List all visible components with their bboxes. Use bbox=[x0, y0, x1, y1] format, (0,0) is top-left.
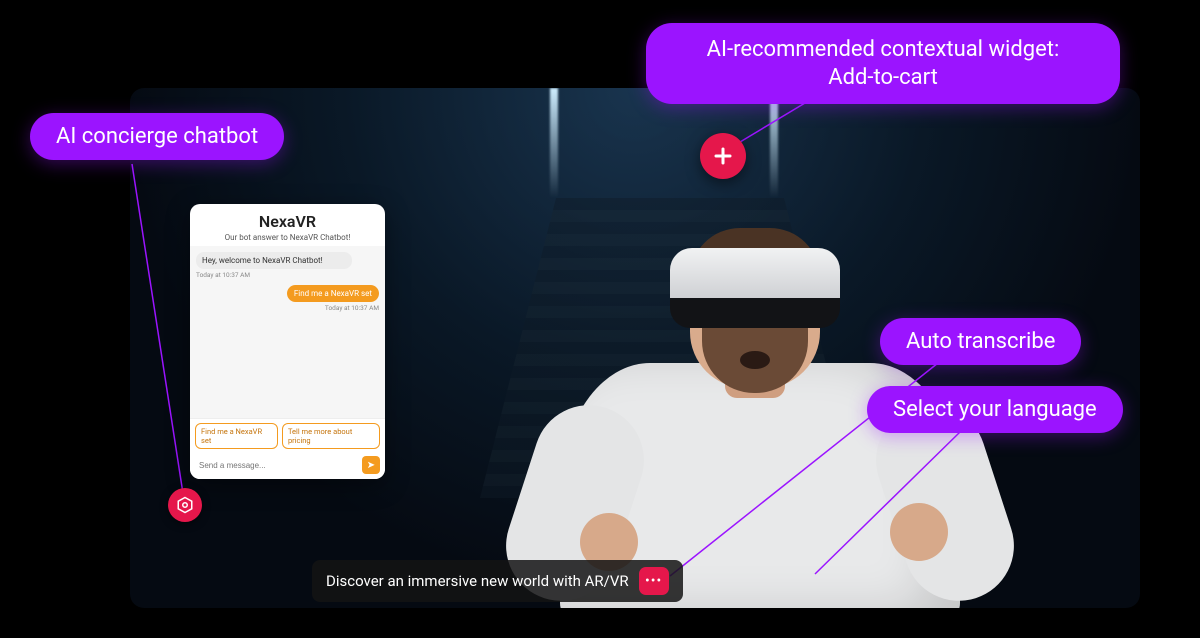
callout-widget: AI-recommended contextual widget: Add-to… bbox=[646, 23, 1120, 104]
chatbot-title: NexaVR bbox=[196, 212, 379, 231]
chatbot-panel[interactable]: NexaVR Our bot answer to NexaVR Chatbot!… bbox=[190, 204, 385, 479]
caption-bar: Discover an immersive new world with AR/… bbox=[312, 560, 683, 602]
add-to-cart-button[interactable] bbox=[700, 133, 746, 179]
chatbot-header: NexaVR Our bot answer to NexaVR Chatbot! bbox=[190, 204, 385, 246]
hexagon-icon bbox=[176, 496, 194, 514]
send-icon: ➤ bbox=[367, 460, 375, 471]
bot-message-timestamp: Today at 10:37 AM bbox=[196, 271, 379, 279]
callout-transcribe: Auto transcribe bbox=[880, 318, 1081, 365]
callout-language: Select your language bbox=[867, 386, 1123, 433]
scene-light bbox=[550, 88, 558, 198]
callout-widget-line1: AI-recommended contextual widget: bbox=[674, 36, 1092, 64]
scene-light bbox=[770, 88, 778, 198]
suggestion-chip[interactable]: Find me a NexaVR set bbox=[195, 423, 278, 449]
chatbot-suggestions: Find me a NexaVR set Tell me more about … bbox=[190, 418, 385, 453]
user-message-timestamp: Today at 10:37 AM bbox=[325, 304, 379, 312]
plus-icon bbox=[711, 144, 735, 168]
callout-chatbot: AI concierge chatbot bbox=[30, 113, 284, 160]
chatbot-subtitle: Our bot answer to NexaVR Chatbot! bbox=[196, 233, 379, 242]
user-message: Find me a NexaVR set bbox=[287, 285, 379, 302]
suggestion-chip[interactable]: Tell me more about pricing bbox=[282, 423, 380, 449]
ellipsis-icon: ••• bbox=[645, 573, 662, 589]
caption-text: Discover an immersive new world with AR/… bbox=[326, 572, 629, 590]
callout-widget-line2: Add-to-cart bbox=[674, 64, 1092, 92]
chatbot-launcher[interactable] bbox=[168, 488, 202, 522]
chatbot-input[interactable] bbox=[195, 458, 358, 473]
chatbot-body: Hey, welcome to NexaVR Chatbot! Today at… bbox=[190, 246, 385, 418]
caption-more-button[interactable]: ••• bbox=[639, 567, 669, 595]
send-button[interactable]: ➤ bbox=[362, 456, 380, 474]
chatbot-input-row: ➤ bbox=[190, 453, 385, 479]
vr-headset bbox=[670, 248, 840, 328]
bot-message: Hey, welcome to NexaVR Chatbot! bbox=[196, 252, 352, 269]
